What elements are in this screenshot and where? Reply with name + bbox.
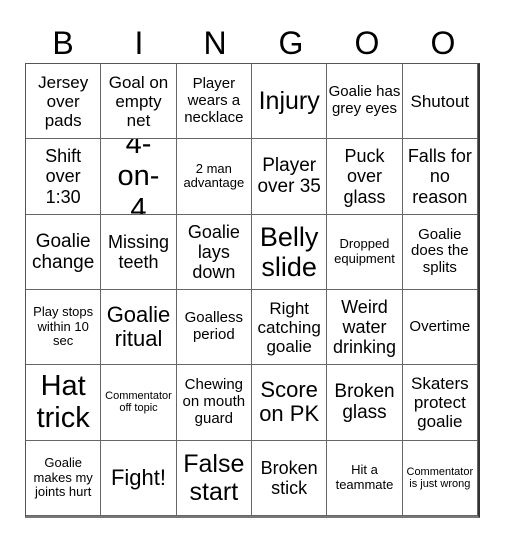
bingo-cell[interactable]: Hit a teammate (327, 440, 403, 516)
cell-text: False start (183, 449, 245, 506)
bingo-cell[interactable]: False start (176, 440, 252, 516)
bingo-cell[interactable]: Overtime (402, 290, 478, 366)
bingo-cell[interactable]: Fight! (101, 440, 177, 516)
bingo-cell[interactable]: Right catching goalie (252, 290, 328, 366)
bingo-cell[interactable]: Commentator is just wrong (402, 440, 478, 516)
bingo-cell[interactable]: Goal on empty net (101, 64, 177, 140)
bingo-cell[interactable]: Commentator off topic (101, 365, 177, 441)
bingo-cell[interactable]: Goalie ritual (101, 290, 177, 366)
bingo-cell[interactable]: Goalie change (26, 214, 102, 290)
bingo-cell[interactable]: Missing teeth (101, 214, 177, 290)
cell-text: Broken stick (260, 457, 318, 498)
cell-text: Player over 35 (257, 155, 321, 198)
cell-text: Overtime (409, 317, 471, 335)
cell-text: Weird water drinking (332, 296, 397, 358)
cell-text: Score on PK (259, 376, 320, 427)
cell-text: 4-on-4 (117, 139, 160, 215)
header-letter-b: B (52, 25, 74, 61)
cell-text: Hit a teammate (335, 462, 394, 492)
bingo-cell[interactable]: Player over 35 (252, 139, 328, 215)
bingo-cell[interactable]: Falls for no reason (402, 139, 478, 215)
header-letter-n: N (203, 25, 227, 61)
cell-text: Shift over 1:30 (45, 146, 82, 207)
cell-text: Chewing on mouth guard (182, 376, 246, 427)
cell-text: Shutout (410, 91, 470, 111)
cell-text: Commentator is just wrong (406, 465, 474, 490)
bingo-cell[interactable]: Jersey over pads (26, 64, 102, 140)
bingo-cell[interactable]: Chewing on mouth guard (176, 365, 252, 441)
bingo-cell[interactable]: 2 man advantage (176, 139, 252, 215)
header-letter-i: I (134, 25, 144, 61)
cell-text: Goalie makes my joints hurt (33, 455, 93, 500)
bingo-cell[interactable]: Score on PK (252, 365, 328, 441)
bingo-cell[interactable]: Shutout (402, 64, 478, 140)
cell-text: Goalie lays down (187, 221, 240, 282)
bingo-board: Jersey over pads Goal on empty net Playe… (25, 63, 480, 518)
bingo-cell[interactable]: Weird water drinking (327, 290, 403, 366)
bingo-cell[interactable]: Goalie makes my joints hurt (26, 440, 102, 516)
bingo-cell[interactable]: Injury (252, 64, 328, 140)
bingo-cell[interactable]: 4-on-4 (101, 139, 177, 215)
cell-text: Injury (258, 87, 320, 116)
bingo-cell[interactable]: Dropped equipment (327, 214, 403, 290)
cell-text: Player wears a necklace (184, 74, 244, 126)
bingo-cell[interactable]: Puck over glass (327, 139, 403, 215)
cell-text: Goalless period (184, 309, 243, 344)
bingo-cell[interactable]: Shift over 1:30 (26, 139, 102, 215)
bingo-cell[interactable]: Hat trick (26, 365, 102, 441)
cell-text: Goalie does the splits (411, 225, 469, 277)
bingo-cell[interactable]: Goalie has grey eyes (327, 64, 403, 140)
cell-text: Goalie ritual (106, 301, 171, 352)
bingo-cell[interactable]: Broken glass (327, 365, 403, 441)
bingo-cell[interactable]: Player wears a necklace (176, 64, 252, 140)
bingo-cell[interactable]: Goalless period (176, 290, 252, 366)
cell-text: Goalie change (31, 230, 95, 273)
cell-text: Goal on empty net (108, 72, 169, 130)
cell-text: Goalie has grey eyes (328, 83, 401, 118)
bingo-cell[interactable]: Skaters protect goalie (402, 365, 478, 441)
header-letter-o1: O (354, 25, 380, 61)
bingo-cell[interactable]: Goalie does the splits (402, 214, 478, 290)
cell-text: Puck over glass (343, 146, 386, 207)
cell-text: Skaters protect goalie (411, 373, 469, 431)
cell-text: Hat trick (36, 370, 90, 435)
bingo-cell[interactable]: Broken stick (252, 440, 328, 516)
cell-text: Commentator off topic (105, 390, 172, 415)
bingo-cell[interactable]: Play stops within 10 sec (26, 290, 102, 366)
cell-text: Falls for no reason (407, 146, 472, 207)
cell-text: Play stops within 10 sec (33, 304, 94, 349)
cell-text: Dropped equipment (334, 236, 395, 266)
cell-text: Missing teeth (107, 231, 169, 272)
cell-text: Belly slide (259, 221, 319, 282)
bingo-cell[interactable]: Belly slide (252, 214, 328, 290)
header-letter-o2: O (430, 25, 456, 61)
cell-text: Broken glass (334, 381, 395, 424)
bingo-header: B I N G O O (25, 22, 481, 64)
cell-text: Jersey over pads (38, 72, 89, 130)
cell-text: 2 man advantage (183, 160, 245, 191)
bingo-cell[interactable]: Goalie lays down (176, 214, 252, 290)
cell-text: Fight! (110, 464, 166, 490)
header-letter-g: G (278, 25, 304, 61)
cell-text: Right catching goalie (257, 298, 321, 356)
